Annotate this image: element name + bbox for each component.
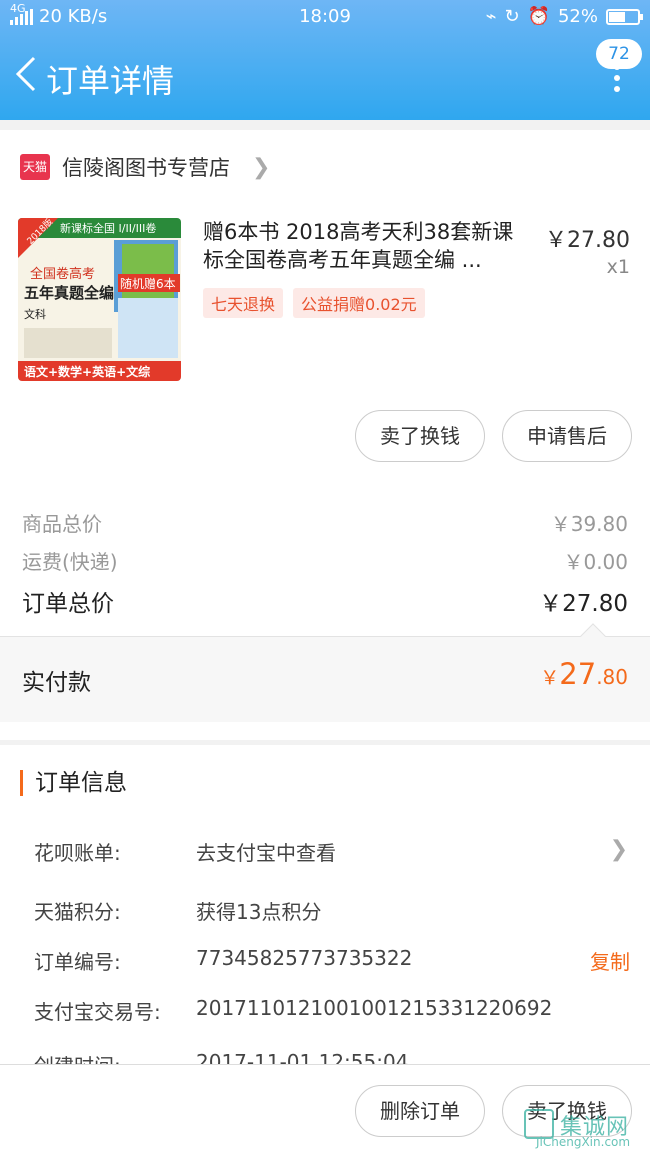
product-image[interactable]: 2018版 新课标全国 I/II/III卷 全国卷高考 五年真题全编 随机赠6本… [18, 218, 181, 381]
goods-total-value: ￥39.80 [550, 512, 628, 536]
shop-link[interactable]: 天猫 信陵阁图书专营店 ❯ [20, 152, 270, 182]
order-total-value: ￥27.80 [539, 591, 628, 617]
shop-name: 信陵阁图书专营店 [62, 156, 230, 180]
paid-pointer [580, 623, 606, 649]
series-label: 全国卷高考 [30, 266, 95, 282]
order-total-label: 订单总价 [22, 591, 114, 617]
vibrate-icon: ⌁ [485, 6, 497, 27]
tmall-icon: 天猫 [20, 154, 50, 180]
battery-percent: 52% [557, 6, 598, 27]
product-tags: 七天退换 公益捐赠0.02元 [203, 288, 425, 318]
gift-label: 随机赠6本 [120, 276, 176, 291]
chevron-left-icon [15, 56, 36, 92]
footer-label: 语文+数学+英语+文综 [24, 364, 150, 379]
delete-order-button[interactable]: 删除订单 [355, 1085, 485, 1137]
shipping-label: 运费(快递) [22, 550, 118, 574]
page-title: 订单详情 [46, 62, 175, 100]
product-price: ￥27.80 [545, 228, 630, 253]
order-total-row: 订单总价 ￥27.80 [22, 584, 628, 618]
watermark-sub: JiChengXin.com [536, 1135, 631, 1149]
message-badge: 72 [596, 39, 642, 69]
info-value: 2017110121001001215331220692 [196, 996, 553, 1020]
info-key: 订单编号: [34, 950, 121, 974]
info-key: 天猫积分: [34, 900, 121, 924]
shipping-value: ￥0.00 [563, 550, 628, 574]
info-value: 获得13点积分 [196, 900, 322, 924]
sell-for-cash-button[interactable]: 卖了换钱 [355, 410, 485, 462]
tag-charity: 公益捐赠0.02元 [293, 288, 425, 318]
info-key: 支付宝交易号: [34, 1000, 161, 1024]
tag-return: 七天退换 [203, 288, 284, 318]
watermark: 集诚网 JiChengXin.com [524, 1109, 642, 1149]
info-value: 77345825773735322 [196, 946, 413, 970]
bottom-action-bar: 删除订单 卖了换钱 集诚网 JiChengXin.com [0, 1064, 650, 1155]
banner-label: 新课标全国 I/II/III卷 [60, 221, 156, 235]
product-title[interactable]: 赠6本书 2018高考天利38套新课标全国卷高考五年真题全编 ... [203, 218, 533, 274]
alarm-icon: ⏰ [527, 6, 550, 27]
nav-bar: 订单详情 72 [0, 34, 650, 120]
chevron-right-icon: ❯ [252, 154, 271, 180]
back-button[interactable] [12, 54, 40, 94]
paid-decimal: .80 [596, 665, 628, 689]
order-item-card: 天猫 信陵阁图书专营店 ❯ 2018版 新课标全国 I/II/III卷 全国卷高… [0, 130, 650, 740]
paid-integer: 27 [559, 657, 597, 691]
after-sale-button[interactable]: 申请售后 [502, 410, 632, 462]
shipping-row: 运费(快递) ￥0.00 [22, 546, 628, 575]
subject-label: 文科 [24, 307, 46, 321]
order-info-title: 订单信息 [20, 770, 127, 796]
book-cover-image: 2018版 新课标全国 I/II/III卷 全国卷高考 五年真题全编 随机赠6本… [18, 218, 181, 381]
chevron-right-icon: ❯ [609, 837, 628, 862]
copy-button[interactable]: 复制 [590, 946, 630, 975]
info-value: 去支付宝中查看 [196, 841, 336, 865]
status-right: ⌁ ↻ ⏰ 52% [485, 6, 643, 27]
paid-currency: ￥ [540, 667, 560, 689]
paid-amount-box: 实付款 ￥27.80 [0, 623, 650, 722]
lock-rotation-icon: ↻ [504, 6, 520, 27]
product-quantity: x1 [606, 256, 630, 278]
app-header: 4G 20 KB/s 18:09 ⌁ ↻ ⏰ 52% 订单详情 72 [0, 0, 650, 120]
info-key: 花呗账单: [34, 841, 121, 865]
goods-total-row: 商品总价 ￥39.80 [22, 508, 628, 537]
main-label: 五年真题全编 [24, 284, 114, 302]
goods-total-label: 商品总价 [22, 512, 102, 536]
paid-label: 实付款 [22, 670, 91, 696]
paid-value: ￥27.80 [540, 657, 628, 691]
battery-icon [606, 8, 643, 25]
status-bar: 4G 20 KB/s 18:09 ⌁ ↻ ⏰ 52% [0, 0, 650, 34]
